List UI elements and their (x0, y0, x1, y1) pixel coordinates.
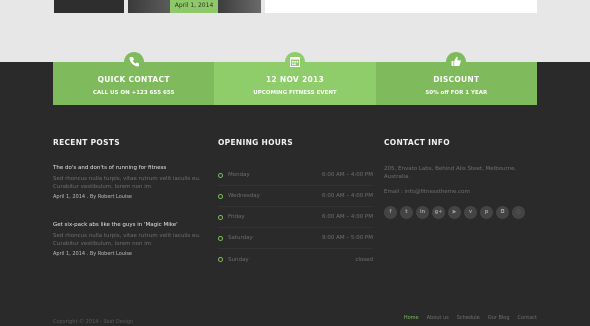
contact-details: 205, Envato Labs, Behind Alis Steet, Mel… (384, 165, 539, 196)
facebook-icon[interactable]: f (384, 206, 397, 219)
banner-subtitle: CALL US ON +123 655 655 (92, 90, 175, 96)
bullet-icon (218, 257, 223, 262)
opening-hours-section: OPENING HOURS Monday 6:00 AM – 4:00 PM W… (218, 138, 373, 270)
calendar-icon (284, 52, 305, 72)
footer-nav-blog[interactable]: Our Blog (488, 315, 510, 321)
section-heading: CONTACT INFO (384, 138, 450, 147)
footer-nav: Home About us Schedule Our Blog Contact (404, 315, 537, 321)
banner-title: DISCOUNT (433, 75, 480, 84)
section-heading: OPENING HOURS (218, 138, 293, 147)
phone-icon (123, 52, 144, 72)
post-title-link[interactable]: Get six-pack abs like the guys in 'Magic… (53, 222, 203, 228)
post-excerpt: Sed rhoncus nulla turpis, vitae rutrum v… (53, 176, 201, 190)
date-chip: April 1, 2014 (170, 0, 218, 13)
info-banner: QUICK CONTACT CALL US ON +123 655 655 12… (53, 52, 537, 105)
bullet-icon (218, 214, 223, 220)
contact-address: 205, Envato Labs, Behind Alis Steet, Mel… (384, 166, 517, 180)
rss-icon[interactable]: ◌ (512, 206, 525, 219)
list-item: Get six-pack abs like the guys in 'Magic… (53, 222, 203, 257)
contact-email[interactable]: Email : info@fitnesstheme.com (384, 188, 539, 196)
hours-time: 6:00 AM – 4:00 PM (321, 214, 373, 220)
vimeo-icon[interactable]: v (464, 206, 477, 219)
banner-discount: DISCOUNT 50% off FOR 1 YEAR (375, 52, 537, 105)
post-meta: April 1, 2014 . By Robert Louise (53, 251, 133, 257)
post-thumbnail[interactable] (54, 0, 124, 13)
content-card (265, 0, 537, 13)
recent-posts-section: RECENT POSTS The do's and don'ts of runn… (53, 138, 203, 257)
bullet-icon (218, 172, 223, 178)
instagram-icon[interactable]: ◘ (496, 206, 509, 219)
banner-subtitle: UPCOMING FITNESS EVENT (253, 90, 337, 96)
banner-title: QUICK CONTACT (97, 75, 170, 84)
hours-time: 9:00 AM – 5:00 PM (321, 235, 373, 241)
social-links: f t in g+ ▶ v p ◘ ◌ (384, 206, 539, 219)
hours-list: Monday 6:00 AM – 4:00 PM Wednesday 6:00 … (218, 165, 373, 270)
bullet-icon (218, 193, 223, 199)
banner-quick-contact: QUICK CONTACT CALL US ON +123 655 655 (53, 52, 215, 105)
linkedin-icon[interactable]: in (416, 206, 429, 219)
contact-info-section: CONTACT INFO 205, Envato Labs, Behind Al… (384, 138, 539, 219)
hours-day: Sunday (228, 256, 249, 263)
footer-nav-about[interactable]: About us (427, 315, 449, 321)
bullet-icon (218, 235, 223, 241)
footer-nav-schedule[interactable]: Schedule (457, 315, 480, 321)
hours-day: Friday (228, 214, 245, 220)
google-plus-icon[interactable]: g+ (432, 206, 445, 219)
hours-row: Saturday 9:00 AM – 5:00 PM (218, 228, 373, 249)
hours-time: 6:00 AM – 4:00 PM (321, 193, 373, 199)
post-excerpt: Sed rhoncus nulla turpis, vitae rutrum v… (53, 233, 201, 247)
hours-day: Monday (228, 172, 250, 178)
list-item: The do's and don'ts of running for fitne… (53, 165, 203, 200)
hours-day: Wednesday (228, 193, 260, 199)
hours-row: Wednesday 6:00 AM – 4:00 PM (218, 186, 373, 207)
banner-subtitle: 50% off FOR 1 YEAR (425, 90, 488, 96)
hours-day: Saturday (228, 235, 253, 241)
banner-event: 12 NOV 2013 UPCOMING FITNESS EVENT (214, 52, 376, 105)
hours-time: closed (355, 256, 373, 263)
banner-title: 12 NOV 2013 (265, 75, 325, 84)
thumbs-up-icon (446, 52, 467, 72)
footer-nav-contact[interactable]: Contact (518, 315, 537, 321)
pinterest-icon[interactable]: p (480, 206, 493, 219)
section-heading: RECENT POSTS (53, 138, 120, 147)
copyright-text: Copyright © 2014 - Skat Design (53, 319, 134, 325)
youtube-icon[interactable]: ▶ (448, 206, 461, 219)
hours-row: Friday 6:00 AM – 4:00 PM (218, 207, 373, 228)
hours-time: 6:00 AM – 4:00 PM (321, 172, 373, 178)
hours-row: Monday 6:00 AM – 4:00 PM (218, 165, 373, 186)
post-title-link[interactable]: The do's and don'ts of running for fitne… (53, 165, 203, 171)
post-meta: April 1, 2014 . By Robert Louise (53, 194, 133, 200)
footer-nav-home[interactable]: Home (404, 315, 419, 321)
hours-row: Sunday closed (218, 249, 373, 270)
twitter-icon[interactable]: t (400, 206, 413, 219)
